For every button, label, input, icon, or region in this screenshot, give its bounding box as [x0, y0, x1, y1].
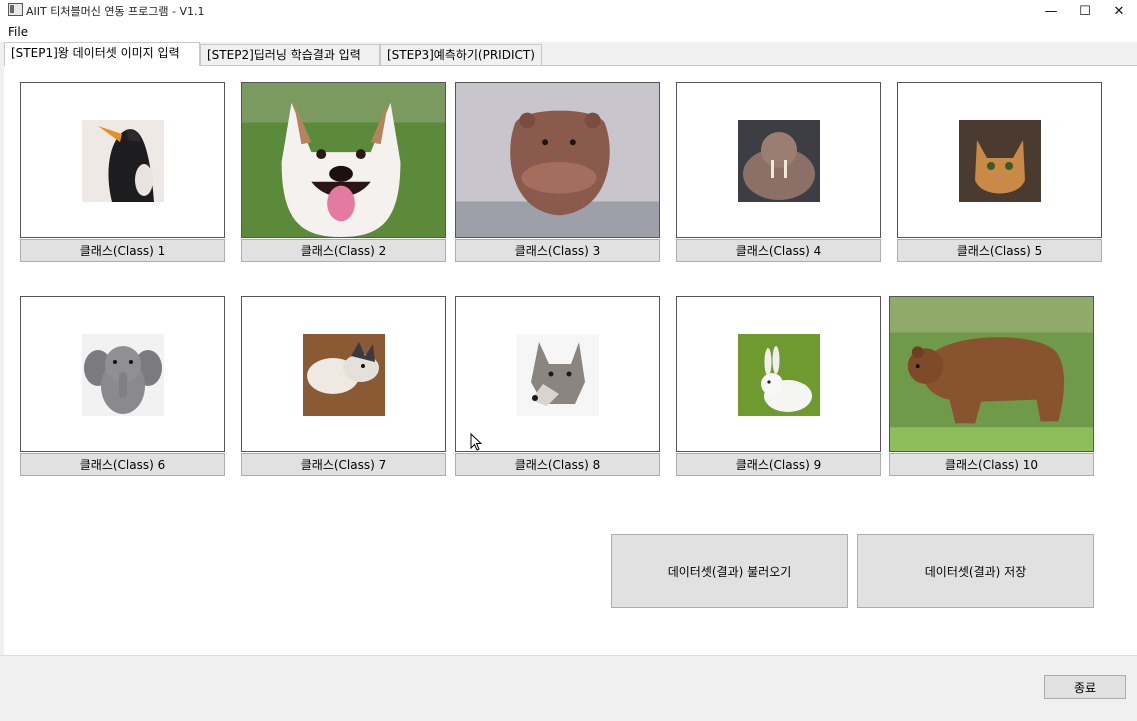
- class-2-image-box[interactable]: [241, 82, 446, 238]
- class-2-button[interactable]: 클래스(Class) 2: [241, 239, 446, 262]
- menu-file[interactable]: File: [8, 25, 28, 39]
- class-8-image-box[interactable]: [455, 296, 660, 452]
- exit-button[interactable]: 종료: [1044, 675, 1126, 699]
- class-5-image-box[interactable]: [897, 82, 1102, 238]
- class-8-button[interactable]: 클래스(Class) 8: [455, 453, 660, 476]
- class-7-button[interactable]: 클래스(Class) 7: [241, 453, 446, 476]
- class-3-button[interactable]: 클래스(Class) 3: [455, 239, 660, 262]
- walrus-image: [738, 120, 820, 202]
- title-bar: AIIT 티처블머신 연동 프로그램 - V1.1 — ☐ ✕: [0, 0, 1137, 22]
- class-10-button[interactable]: 클래스(Class) 10: [889, 453, 1094, 476]
- bear-image: [890, 297, 1093, 451]
- window-title: AIIT 티처블머신 연동 프로그램 - V1.1: [26, 5, 205, 18]
- cat-image: [959, 120, 1041, 202]
- class-1-button[interactable]: 클래스(Class) 1: [20, 239, 225, 262]
- class-6-button[interactable]: 클래스(Class) 6: [20, 453, 225, 476]
- save-dataset-button[interactable]: 데이터셋(결과) 저장: [857, 534, 1094, 608]
- tab-strip: [STEP1]왕 데이터셋 이미지 입력 [STEP2]딥러닝 학습결과 입력 …: [0, 42, 1137, 66]
- class-1-image-box[interactable]: [20, 82, 225, 238]
- class-6-image-box[interactable]: [20, 296, 225, 452]
- tab-step2[interactable]: [STEP2]딥러닝 학습결과 입력: [200, 44, 380, 65]
- penguin-image: [82, 120, 164, 202]
- mouse-cursor-icon: [470, 433, 482, 451]
- load-dataset-button[interactable]: 데이터셋(결과) 불러오기: [611, 534, 848, 608]
- menu-bar: File: [0, 22, 1137, 42]
- wolf-image: [517, 334, 599, 416]
- class-10-image-box[interactable]: [889, 296, 1094, 452]
- rabbit-image: [738, 334, 820, 416]
- class-5-button[interactable]: 클래스(Class) 5: [897, 239, 1102, 262]
- class-9-button[interactable]: 클래스(Class) 9: [676, 453, 881, 476]
- footer-bar: [0, 655, 1137, 721]
- class-7-image-box[interactable]: [241, 296, 446, 452]
- class-4-button[interactable]: 클래스(Class) 4: [676, 239, 881, 262]
- class-9-image-box[interactable]: [676, 296, 881, 452]
- tab-step3[interactable]: [STEP3]예측하기(PRIDICT): [380, 44, 542, 65]
- class-3-image-box[interactable]: [455, 82, 660, 238]
- class-4-image-box[interactable]: [676, 82, 881, 238]
- maximize-button[interactable]: ☐: [1068, 0, 1102, 22]
- hippo-image: [456, 83, 659, 237]
- dog-image: [242, 83, 445, 237]
- elephant-toy-image: [82, 334, 164, 416]
- close-button[interactable]: ✕: [1102, 0, 1136, 22]
- minimize-button[interactable]: —: [1034, 0, 1068, 22]
- tab-step1[interactable]: [STEP1]왕 데이터셋 이미지 입력: [4, 42, 200, 66]
- sleeping-dogs-image: [303, 334, 385, 416]
- app-icon: [8, 3, 23, 16]
